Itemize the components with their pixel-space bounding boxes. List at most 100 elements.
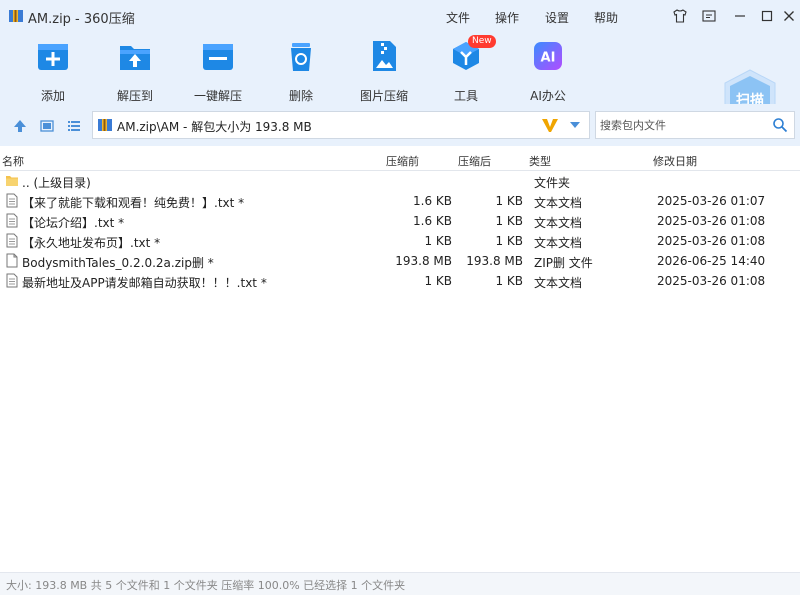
file-type: 文本文档 <box>534 216 583 230</box>
text-file-icon <box>6 193 18 208</box>
delete-label: 删除 <box>288 89 313 103</box>
skin-button[interactable] <box>670 6 690 26</box>
extract-folder-icon <box>120 46 150 70</box>
list-item-parent[interactable]: .. (上级目录) 文件夹 <box>0 171 800 191</box>
one-click-extract-button[interactable]: 一键解压 <box>183 38 253 104</box>
status-text: 大小: 193.8 MB 共 5 个文件和 1 个文件夹 压缩率 100.0% … <box>6 579 406 592</box>
list-item[interactable]: 最新地址及APP请发邮箱自动获取！！！.txt * 1 KB 1 KB 文本文档… <box>0 271 800 291</box>
thumbnail-view-icon[interactable] <box>39 118 55 134</box>
file-name: 【论坛介绍】.txt * <box>22 216 125 230</box>
file-list: .. (上级目录) 文件夹 【来了就能下载和观看！纯免费！】.txt * 1.6… <box>0 171 800 291</box>
image-compress-label: 图片压缩 <box>359 89 408 103</box>
ai-office-button[interactable]: AI AI办公 <box>513 38 583 104</box>
list-item[interactable]: BodysmithTales_0.2.0.2a.zip删 * 193.8 MB … <box>0 251 800 271</box>
tools-button[interactable]: New 工具 <box>431 35 501 104</box>
image-compress-icon <box>373 41 396 71</box>
status-bar: 大小: 193.8 MB 共 5 个文件和 1 个文件夹 压缩率 100.0% … <box>0 572 800 595</box>
list-item[interactable]: 【来了就能下载和观看！纯免费！】.txt * 1.6 KB 1 KB 文本文档 … <box>0 191 800 211</box>
folder-icon <box>6 176 18 186</box>
new-badge: New <box>468 35 496 48</box>
minimize-icon <box>735 15 745 17</box>
list-view-icon[interactable] <box>66 118 82 134</box>
extract-to-button[interactable]: 解压到 <box>100 38 170 104</box>
close-button[interactable] <box>779 6 799 26</box>
file-name: 【永久地址发布页】.txt * <box>22 236 161 250</box>
dropdown-arrow-icon[interactable] <box>569 121 581 129</box>
file-name: 最新地址及APP请发邮箱自动获取！！！.txt * <box>22 276 267 290</box>
shirt-icon <box>673 9 687 23</box>
text-file-icon <box>6 233 18 248</box>
col-date[interactable]: 修改日期 <box>653 153 697 169</box>
file-type: 文本文档 <box>534 196 583 210</box>
search-input[interactable] <box>596 112 770 138</box>
text-file-icon <box>6 213 18 228</box>
svg-text:AI: AI <box>541 51 556 66</box>
list-item[interactable]: 【论坛介绍】.txt * 1.6 KB 1 KB 文本文档 2025-03-26… <box>0 211 800 231</box>
archive-app-icon <box>9 10 23 22</box>
file-name: BodysmithTales_0.2.0.2a.zip删 * <box>22 256 214 270</box>
trash-icon <box>291 43 311 71</box>
file-size-before: 1 KB <box>424 234 452 248</box>
col-type[interactable]: 类型 <box>529 153 551 169</box>
close-icon <box>784 11 794 21</box>
one-click-extract-icon <box>203 44 233 70</box>
file-name: .. (上级目录) <box>22 176 91 190</box>
feedback-button[interactable] <box>699 6 719 26</box>
address-path: AM.zip\AM - 解包大小为 193.8 MB <box>117 120 312 134</box>
delete-button[interactable]: 删除 <box>266 38 336 104</box>
text-file-icon <box>6 273 18 288</box>
maximize-button[interactable] <box>757 6 777 26</box>
address-field[interactable]: AM.zip\AM - 解包大小为 193.8 MB <box>92 111 590 139</box>
col-name[interactable]: 名称 <box>2 153 24 169</box>
col-after[interactable]: 压缩后 <box>458 153 491 169</box>
extract-to-label: 解压到 <box>116 89 153 103</box>
file-date: 2026-06-25 14:40 <box>657 254 766 268</box>
add-button[interactable]: 添加 <box>18 38 88 104</box>
up-arrow-icon[interactable] <box>12 118 28 134</box>
message-icon <box>702 10 716 22</box>
toolbar: 添加 解压到 一键解压 删除 图片压缩 New 工具 AI AI办公 扫描 <box>0 32 800 129</box>
title-bar: AM.zip - 360压缩 文件 操作 设置 帮助 <box>0 0 800 32</box>
image-compress-button[interactable]: 图片压缩 <box>349 38 419 104</box>
file-type: 文件夹 <box>534 176 571 190</box>
add-file-icon <box>38 44 68 70</box>
file-size-after: 193.8 MB <box>466 254 523 268</box>
minimize-button[interactable] <box>730 6 750 26</box>
blank-file-icon <box>6 253 18 268</box>
search-box[interactable] <box>595 111 795 139</box>
file-date: 2025-03-26 01:08 <box>657 234 766 248</box>
file-size-after: 1 KB <box>495 214 523 228</box>
col-before[interactable]: 压缩前 <box>386 153 419 169</box>
ai-icon: AI <box>534 42 562 70</box>
file-date: 2025-03-26 01:08 <box>657 274 766 288</box>
v-logo-icon[interactable] <box>541 117 559 133</box>
one-click-extract-label: 一键解压 <box>193 89 242 103</box>
file-size-after: 1 KB <box>495 274 523 288</box>
file-date: 2025-03-26 01:07 <box>657 194 766 208</box>
menu-help[interactable]: 帮助 <box>594 9 618 26</box>
file-size-after: 1 KB <box>495 194 523 208</box>
file-type: 文本文档 <box>534 276 583 290</box>
list-item[interactable]: 【永久地址发布页】.txt * 1 KB 1 KB 文本文档 2025-03-2… <box>0 231 800 251</box>
add-label: 添加 <box>40 89 65 103</box>
menu-file[interactable]: 文件 <box>446 9 470 26</box>
address-bar: AM.zip\AM - 解包大小为 193.8 MB <box>0 104 800 146</box>
zip-archive-icon <box>98 119 112 131</box>
file-size-before: 1.6 KB <box>413 214 452 228</box>
file-name: 【来了就能下载和观看！纯免费！】.txt * <box>22 196 245 210</box>
search-icon[interactable] <box>772 117 788 133</box>
file-size-before: 193.8 MB <box>395 254 452 268</box>
file-date: 2025-03-26 01:08 <box>657 214 766 228</box>
file-size-before: 1.6 KB <box>413 194 452 208</box>
menu-settings[interactable]: 设置 <box>545 9 569 26</box>
menu-operate[interactable]: 操作 <box>495 9 519 26</box>
column-header: 名称 压缩前 压缩后 类型 修改日期 <box>0 150 800 171</box>
file-size-before: 1 KB <box>424 274 452 288</box>
window-title: AM.zip - 360压缩 <box>28 12 135 27</box>
ai-office-label: AI办公 <box>530 89 566 103</box>
file-type: ZIP删 文件 <box>534 256 593 270</box>
file-type: 文本文档 <box>534 236 583 250</box>
maximize-icon <box>761 10 773 22</box>
tools-label: 工具 <box>453 89 478 103</box>
file-size-after: 1 KB <box>495 234 523 248</box>
